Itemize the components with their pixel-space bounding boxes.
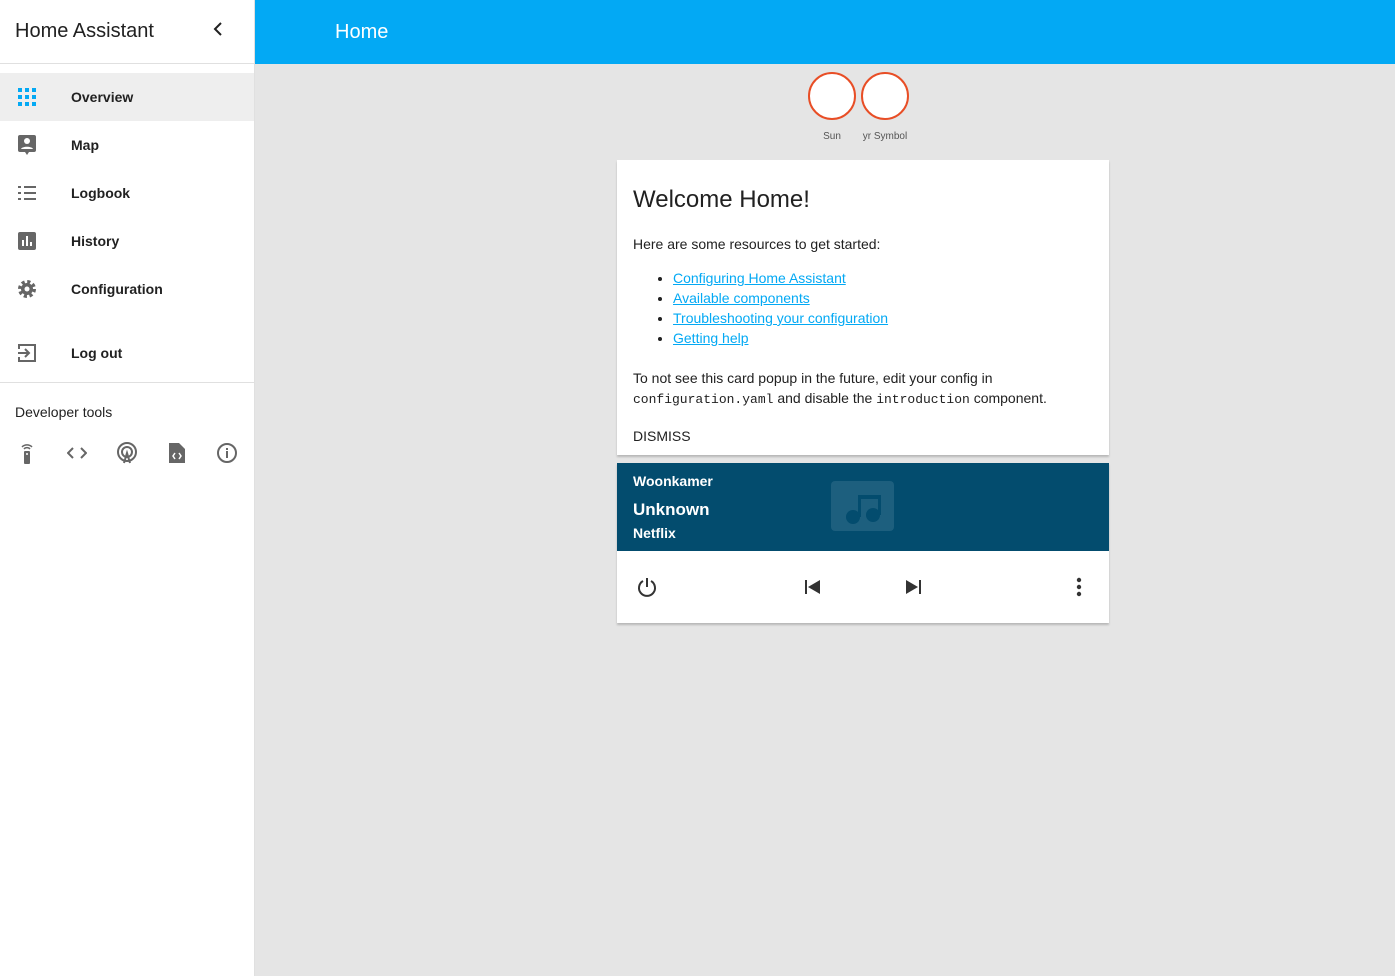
account-location-icon [17,135,37,155]
remote-icon[interactable] [16,442,37,464]
sidebar-item-label: Logbook [71,185,131,201]
sidebar-item-history[interactable]: History [0,217,254,265]
chart-bar-icon [17,231,37,251]
welcome-intro: Here are some resources to get started: [633,236,881,252]
sidebar-item-label: Log out [71,345,123,361]
movie-music-icon [831,481,894,536]
developer-tools-label: Developer tools [15,404,113,420]
sidebar-item-logout[interactable]: Log out [0,329,254,377]
badge-label: Sun [823,131,841,142]
gear-icon [17,279,37,299]
chevron-left-icon[interactable] [212,22,224,41]
sidebar-item-logbook[interactable]: Logbook [0,169,254,217]
more-vertical-icon[interactable] [1067,575,1091,599]
sidebar: Home Assistant Overview Map Logbook Hist… [0,0,255,976]
sidebar-item-label: Overview [71,89,134,105]
media-player-card: Woonkamer Unknown Netflix [617,463,1109,623]
link-components[interactable]: Available components [673,290,810,306]
badge-sun[interactable]: Sun [808,72,856,142]
sidebar-item-label: Map [71,137,99,153]
sidebar-header: Home Assistant [0,0,254,64]
welcome-note: To not see this card popup in the future… [633,370,1047,407]
logout-icon [17,343,37,363]
code-brackets-icon[interactable] [66,442,87,463]
welcome-title: Welcome Home! [633,186,810,213]
top-toolbar: Home [255,0,1395,64]
info-icon[interactable] [216,442,237,463]
badge-label: yr Symbol [862,131,908,142]
welcome-card: Welcome Home! Here are some resources to… [617,160,1109,455]
dismiss-button[interactable]: DISMISS [633,428,1093,444]
sidebar-item-label: History [71,233,120,249]
moon-icon [827,87,836,105]
app-title: Home Assistant [15,20,154,42]
file-code-icon[interactable] [166,442,187,463]
apps-grid-icon [17,87,37,107]
sidebar-item-configuration[interactable]: Configuration [0,265,254,313]
next-track-icon[interactable] [901,575,925,599]
sidebar-item-overview[interactable]: Overview [0,73,254,121]
sidebar-item-label: Configuration [71,281,163,297]
format-list-icon [17,183,37,203]
link-configuring[interactable]: Configuring Home Assistant [673,270,846,286]
page-title: Home [335,21,389,43]
power-icon[interactable] [635,575,659,599]
link-getting-help[interactable]: Getting help [673,330,749,346]
badge-yr-symbol[interactable]: yr Symbol [861,72,909,142]
link-troubleshooting[interactable]: Troubleshooting your configuration [673,310,888,326]
previous-track-icon[interactable] [801,575,825,599]
sidebar-item-map[interactable]: Map [0,121,254,169]
access-point-icon[interactable] [116,441,137,463]
